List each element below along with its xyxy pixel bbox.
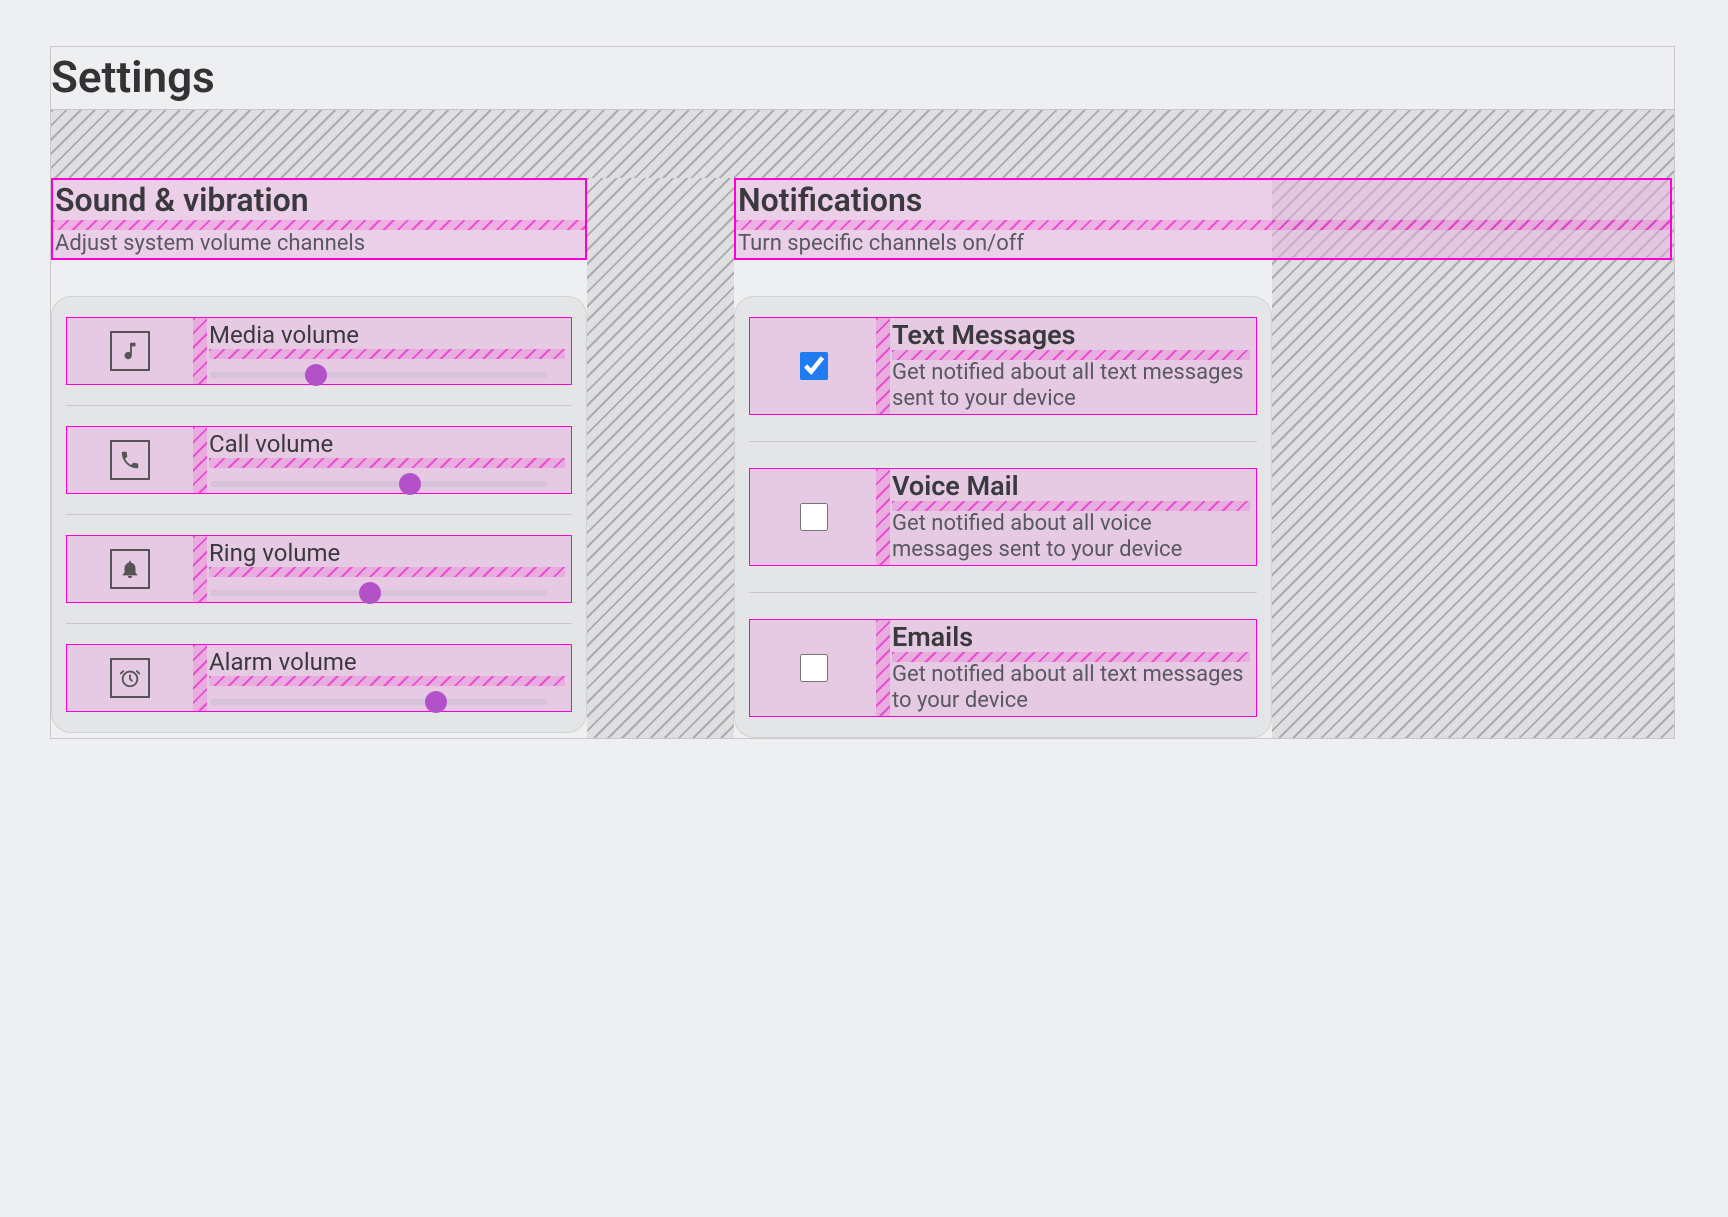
decorative-strip	[209, 458, 565, 468]
slider-row-ring: Ring volume	[66, 535, 572, 603]
section-title-notifications: Notifications	[736, 180, 1670, 220]
section-subtitle-notifications: Turn specific channels on/off	[736, 230, 1670, 258]
spacing-region	[51, 110, 1674, 178]
notif-desc-emails: Get notified about all text messages to …	[892, 662, 1250, 714]
slider-label-call: Call volume	[209, 430, 565, 458]
emails-checkbox[interactable]	[800, 654, 828, 682]
notif-row-voice-mail: Voice Mail Get notified about all voice …	[749, 468, 1257, 566]
media-volume-slider[interactable]	[211, 372, 547, 378]
notifications-card: Text Messages Get notified about all tex…	[734, 296, 1272, 738]
ring-volume-slider[interactable]	[211, 590, 547, 596]
decorative-strip	[892, 652, 1250, 662]
text-messages-checkbox[interactable]	[800, 352, 828, 380]
voice-mail-checkbox[interactable]	[800, 503, 828, 531]
bell-icon	[110, 549, 150, 589]
decorative-strip	[53, 220, 585, 230]
notif-desc-text-messages: Get notified about all text messages sen…	[892, 360, 1250, 412]
section-subtitle-sound: Adjust system volume channels	[53, 230, 585, 258]
section-header-sound: Sound & vibration Adjust system volume c…	[51, 178, 587, 260]
slider-row-call: Call volume	[66, 426, 572, 494]
sound-card: Media volume	[51, 296, 587, 733]
slider-label-ring: Ring volume	[209, 539, 565, 567]
section-header-notifications: Notifications Turn specific channels on/…	[734, 178, 1672, 260]
slider-label-media: Media volume	[209, 321, 565, 349]
notif-desc-voice-mail: Get notified about all voice messages se…	[892, 511, 1250, 563]
notif-row-text-messages: Text Messages Get notified about all tex…	[749, 317, 1257, 415]
alarm-volume-slider[interactable]	[211, 699, 547, 705]
column-spacer	[587, 178, 734, 738]
decorative-strip	[892, 501, 1250, 511]
music-note-icon	[110, 331, 150, 371]
slider-label-alarm: Alarm volume	[209, 648, 565, 676]
slider-row-alarm: Alarm volume	[66, 644, 572, 712]
decorative-strip	[892, 350, 1250, 360]
notif-title-text-messages: Text Messages	[892, 320, 1250, 350]
page-title: Settings	[51, 47, 1674, 110]
slider-row-media: Media volume	[66, 317, 572, 385]
decorative-strip	[209, 567, 565, 577]
right-padding-region	[1272, 178, 1674, 738]
decorative-strip	[209, 676, 565, 686]
notif-row-emails: Emails Get notified about all text messa…	[749, 619, 1257, 717]
decorative-strip	[209, 349, 565, 359]
phone-icon	[110, 440, 150, 480]
notif-title-emails: Emails	[892, 622, 1250, 652]
section-title-sound: Sound & vibration	[53, 180, 585, 220]
alarm-icon	[110, 658, 150, 698]
notif-title-voice-mail: Voice Mail	[892, 471, 1250, 501]
call-volume-slider[interactable]	[211, 481, 547, 487]
decorative-strip	[736, 220, 1670, 230]
